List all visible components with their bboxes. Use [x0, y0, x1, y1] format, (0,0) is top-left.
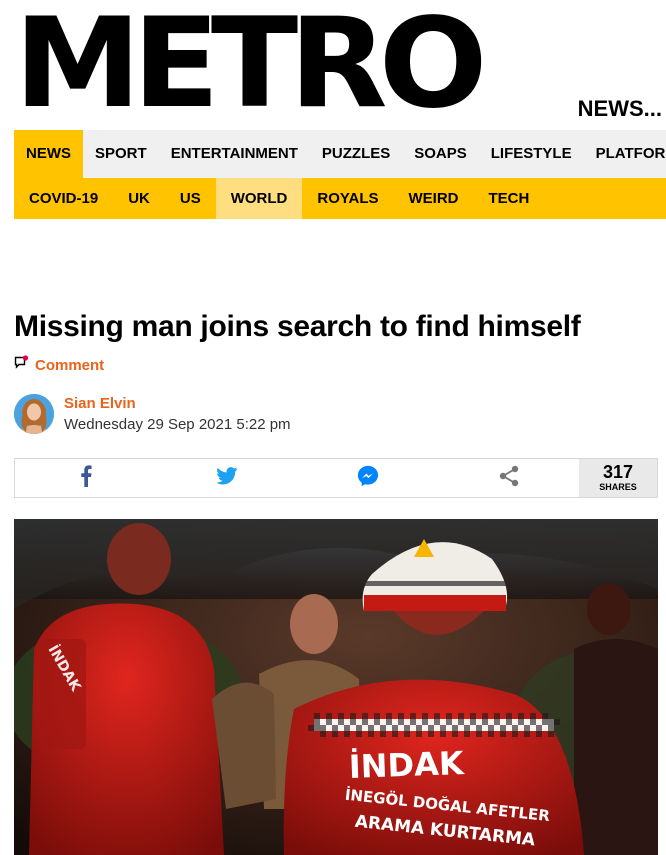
section-title: NEWS... — [577, 96, 662, 121]
messenger-share-button[interactable] — [297, 459, 438, 497]
nav-item-puzzles[interactable]: PUZZLES — [310, 130, 402, 178]
share-count-number: 317 — [602, 462, 634, 482]
share-count: 317 SHARES — [579, 459, 657, 497]
subnav-item-world[interactable]: WORLD — [215, 178, 303, 219]
comment-icon — [14, 355, 29, 375]
share-count-label: SHARES — [599, 482, 637, 492]
article-headline: Missing man joins search to find himself — [14, 310, 581, 343]
subnav-item-covid[interactable]: COVID-19 — [14, 178, 113, 219]
author-name[interactable]: Sian Elvin — [64, 394, 291, 414]
comment-link[interactable]: Comment — [14, 355, 104, 375]
nav-item-news[interactable]: NEWS — [14, 130, 83, 178]
nav-item-entertainment[interactable]: ENTERTAINMENT — [159, 130, 310, 178]
publish-date: Wednesday 29 Sep 2021 5:22 pm — [64, 416, 291, 433]
article-hero-image[interactable]: İNDAK İNEGÖL DOĞAL AFETLER ARAMA KURTARM… — [14, 519, 658, 855]
secondary-nav: COVID-19 UK US WORLD ROYALS WEIRD TECH — [14, 178, 666, 219]
share-icon — [499, 465, 519, 492]
twitter-icon — [215, 466, 238, 490]
share-bar: 317 SHARES — [14, 458, 658, 498]
subnav-item-weird[interactable]: WEIRD — [394, 178, 474, 219]
primary-nav: NEWS SPORT ENTERTAINMENT PUZZLES SOAPS L… — [14, 130, 666, 178]
facebook-icon — [80, 464, 92, 492]
nav-item-platform[interactable]: PLATFORM — [584, 130, 666, 178]
subnav-item-tech[interactable]: TECH — [474, 178, 545, 219]
comment-label: Comment — [35, 356, 105, 374]
nav-item-lifestyle[interactable]: LIFESTYLE — [479, 130, 584, 178]
messenger-icon — [357, 465, 379, 492]
subnav-item-us[interactable]: US — [165, 178, 216, 219]
facebook-share-button[interactable] — [15, 459, 156, 497]
generic-share-button[interactable] — [438, 459, 579, 497]
vest-text-indak: İNDAK — [348, 744, 465, 786]
masthead: METRO NEWS... — [0, 0, 666, 128]
author-avatar[interactable] — [14, 394, 54, 434]
nav-item-soaps[interactable]: SOAPS — [402, 130, 479, 178]
nav-item-sport[interactable]: SPORT — [83, 130, 159, 178]
twitter-share-button[interactable] — [156, 459, 297, 497]
metro-logo[interactable]: METRO — [14, 2, 487, 126]
subnav-item-royals[interactable]: ROYALS — [302, 178, 393, 219]
byline: Sian Elvin Wednesday 29 Sep 2021 5:22 pm — [14, 394, 291, 436]
subnav-item-uk[interactable]: UK — [113, 178, 165, 219]
